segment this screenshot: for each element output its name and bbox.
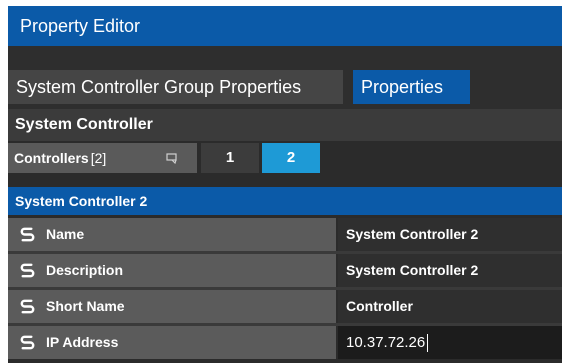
controllers-count: [2] xyxy=(90,150,107,166)
property-label-name: Name xyxy=(8,218,336,251)
controllers-tab[interactable]: Controllers [2] xyxy=(8,143,197,173)
property-row-name: Name System Controller 2 xyxy=(8,218,562,251)
controllers-row: Controllers [2] 1 2 xyxy=(8,143,562,175)
link-icon[interactable] xyxy=(18,225,37,244)
property-label-ip-address: IP Address xyxy=(8,326,336,359)
tab-bar: System Controller Group Properties Prope… xyxy=(8,46,562,109)
ip-address-value: 10.37.72.26 xyxy=(346,334,426,351)
property-value-name[interactable]: System Controller 2 xyxy=(338,218,562,251)
property-row-description: Description System Controller 2 xyxy=(8,254,562,287)
property-label-text: Name xyxy=(46,226,85,242)
property-label-text: Description xyxy=(46,262,124,278)
property-value-description[interactable]: System Controller 2 xyxy=(338,254,562,287)
group-title: System Controller 2 xyxy=(8,187,562,215)
tab-system-controller-group-properties[interactable]: System Controller Group Properties xyxy=(8,70,343,104)
property-row-ip-address: IP Address 10.37.72.26 xyxy=(8,326,562,359)
property-label-short-name: Short Name xyxy=(8,290,336,323)
menu-icon[interactable] xyxy=(166,152,178,164)
link-icon[interactable] xyxy=(18,297,37,316)
property-label-description: Description xyxy=(8,254,336,287)
property-editor-panel: Property Editor System Controller Group … xyxy=(8,6,562,363)
property-value-short-name[interactable]: Controller xyxy=(338,290,562,323)
link-icon[interactable] xyxy=(18,333,37,352)
controller-tab-1[interactable]: 1 xyxy=(201,143,259,173)
ip-address-input[interactable]: 10.37.72.26 xyxy=(338,326,562,359)
spacer xyxy=(8,177,562,187)
panel-title: Property Editor xyxy=(8,6,562,46)
property-row-short-name: Short Name Controller xyxy=(8,290,562,323)
section-title: System Controller xyxy=(8,109,562,141)
text-caret xyxy=(427,334,429,353)
link-icon[interactable] xyxy=(18,261,37,280)
property-label-text: IP Address xyxy=(46,334,119,350)
tab-properties[interactable]: Properties xyxy=(353,70,470,104)
property-label-text: Short Name xyxy=(46,298,125,314)
controller-tab-2[interactable]: 2 xyxy=(262,143,320,173)
controllers-label: Controllers xyxy=(14,150,89,166)
